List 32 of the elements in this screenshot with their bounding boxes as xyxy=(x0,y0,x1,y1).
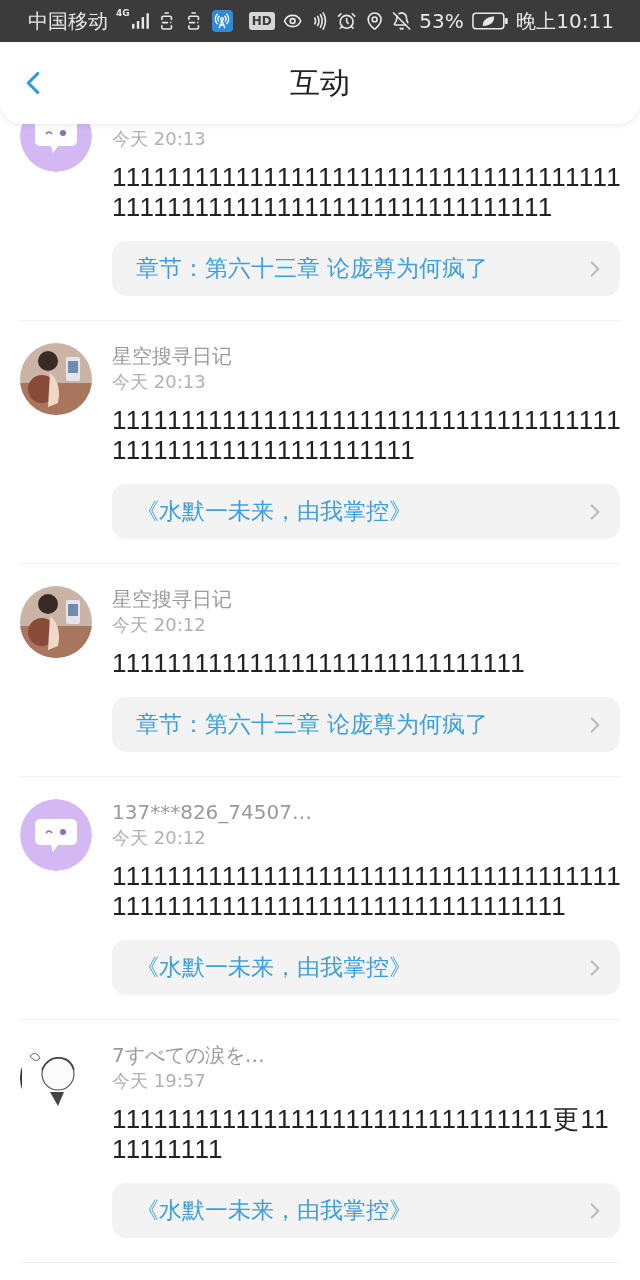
user-name: 星空搜寻日记 xyxy=(112,586,233,612)
user-name: 星空搜寻日记 xyxy=(112,343,233,369)
comment-time: 今天 20:12 xyxy=(112,826,207,850)
user-name: 137***826_74507… xyxy=(112,799,313,825)
battery-leaf-icon xyxy=(471,11,509,31)
user-name: 7すべての涙を… xyxy=(112,1042,266,1068)
comment-time: 今天 19:57 xyxy=(112,1069,207,1093)
chapter-link[interactable]: 《水默一未来，由我掌控》 xyxy=(112,1183,620,1238)
chapter-link[interactable]: 章节：第六十三章 论庞尊为何疯了 xyxy=(112,241,620,296)
comment-text: 111111111111111111111111111111 xyxy=(112,648,527,678)
chapter-link[interactable]: 章节：第六十三章 论庞尊为何疯了 xyxy=(112,697,620,752)
comment-time: 今天 20:13 xyxy=(112,370,207,394)
chat-face-avatar-icon xyxy=(20,799,92,871)
page-title: 互动 xyxy=(290,63,350,102)
location-icon xyxy=(364,11,384,31)
comment-text: 11111111111111111111111111111111更1111111111 xyxy=(112,1104,611,1164)
alarm-icon xyxy=(337,11,357,31)
comment-time: 今天 20:13 xyxy=(112,127,207,151)
comment-time: 今天 20:12 xyxy=(112,613,207,637)
comment-text: 1111111111111111111111111111111111111111111111111111111111111111111111 xyxy=(112,861,622,921)
chapter-link[interactable]: 《水默一未来，由我掌控》 xyxy=(112,940,620,995)
network-type: 4G xyxy=(116,8,130,18)
battery-percent: 53% xyxy=(419,9,464,33)
chapter-link[interactable]: 《水默一未来，由我掌控》 xyxy=(112,484,620,539)
comment-text: 11111111111111111111111111111111111111111111111111111111111 xyxy=(112,405,622,465)
hotspot-icon xyxy=(211,10,233,32)
comment-text: 111111111111111111111111111111111111111111111111111111111111111111111 xyxy=(112,162,622,222)
signal-icon xyxy=(131,13,149,29)
bell-off-icon xyxy=(391,11,412,31)
clock: 晚上10:11 xyxy=(516,7,614,35)
hd-badge: HD xyxy=(248,12,275,30)
carrier-name: 中国移动 xyxy=(28,7,108,35)
